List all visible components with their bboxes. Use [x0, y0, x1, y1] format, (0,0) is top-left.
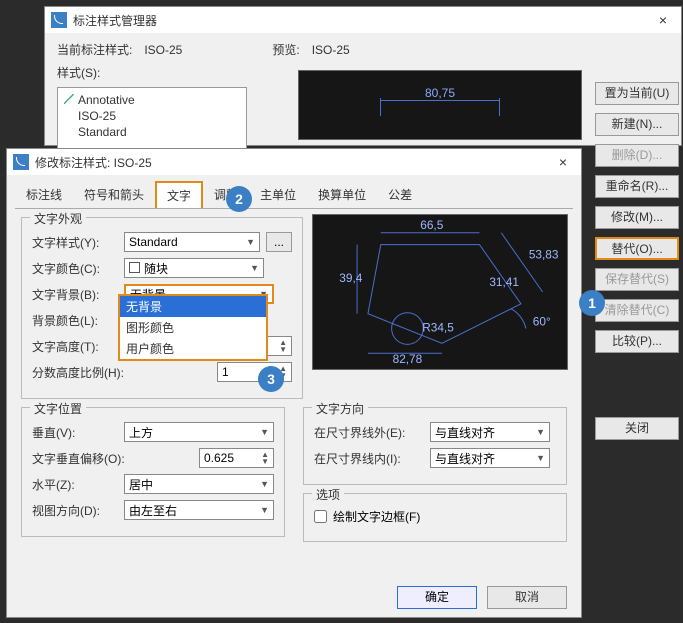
side-button-column: 置为当前(U) 新建(N)... 删除(D)... 重命名(R)... 修改(M…	[595, 82, 681, 448]
horizontal-combo[interactable]: 居中▼	[124, 474, 274, 494]
vertical-label: 垂直(V):	[32, 424, 118, 441]
viewdir-combo[interactable]: 由左至右▼	[124, 500, 274, 520]
dropdown-option[interactable]: 用户颜色	[120, 338, 266, 359]
dim-preview-panel: 66,5 39,4 82,78 R34,5 60° 53,83 31,41	[312, 214, 568, 370]
dialog-buttons: 确定 取消	[397, 586, 567, 609]
callout-badge-2: 2	[226, 186, 252, 212]
tab-text[interactable]: 文字	[155, 181, 203, 208]
svg-text:31,41: 31,41	[489, 275, 519, 289]
chevron-down-icon: ▼	[260, 427, 269, 437]
group-title: 选项	[312, 486, 344, 503]
list-item[interactable]: ISO-25	[64, 108, 240, 124]
set-current-button[interactable]: 置为当前(U)	[595, 82, 679, 105]
tab-bar: 标注线 符号和箭头 文字 调整 主单位 换算单位 公差	[15, 181, 573, 209]
draw-frame-label: 绘制文字边框(F)	[333, 508, 420, 525]
close-icon[interactable]: ×	[651, 12, 675, 28]
text-placement-group: 文字位置 垂直(V): 上方▼ 文字垂直偏移(O): 0.625▲▼ 水平(Z)…	[21, 407, 285, 537]
svg-text:R34,5: R34,5	[422, 320, 454, 334]
styles-listbox[interactable]: Annotative ISO-25 Standard	[57, 87, 247, 157]
frac-scale-label: 分数高度比例(H):	[32, 364, 142, 381]
dropdown-option[interactable]: 图形颜色	[120, 317, 266, 338]
callout-badge-3: 3	[258, 366, 284, 392]
text-color-combo[interactable]: 随块▼	[124, 258, 264, 278]
chevron-down-icon: ▼	[536, 427, 545, 437]
options-group: 选项 绘制文字边框(F)	[303, 493, 567, 542]
close-icon[interactable]: ×	[551, 154, 575, 170]
list-item[interactable]: Standard	[64, 124, 240, 140]
compare-button[interactable]: 比较(P)...	[595, 330, 679, 353]
dropdown-option[interactable]: 无背景	[120, 296, 266, 317]
chevron-down-icon: ▼	[260, 505, 269, 515]
dialog-title: 标注样式管理器	[73, 12, 651, 29]
group-title: 文字方向	[312, 400, 368, 417]
new-button[interactable]: 新建(N)...	[595, 113, 679, 136]
vertical-combo[interactable]: 上方▼	[124, 422, 274, 442]
preview-value: ISO-25	[312, 43, 350, 57]
dialog-title: 修改标注样式: ISO-25	[35, 154, 551, 171]
app-logo-icon	[51, 12, 67, 28]
text-direction-group: 文字方向 在尺寸界线外(E): 与直线对齐▼ 在尺寸界线内(I): 与直线对齐▼	[303, 407, 567, 485]
preview-dim-text: 80,75	[425, 86, 455, 100]
spinner-arrows-icon[interactable]: ▲▼	[279, 339, 287, 353]
current-style-value: ISO-25	[144, 43, 182, 57]
horizontal-label: 水平(Z):	[32, 476, 118, 493]
outside-combo[interactable]: 与直线对齐▼	[430, 422, 550, 442]
offset-label: 文字垂直偏移(O):	[32, 450, 142, 467]
app-logo-icon	[13, 154, 29, 170]
inside-combo[interactable]: 与直线对齐▼	[430, 448, 550, 468]
group-title: 文字外观	[30, 210, 86, 227]
save-override-button[interactable]: 保存替代(S)	[595, 268, 679, 291]
outside-label: 在尺寸界线外(E):	[314, 424, 424, 441]
styles-label: 样式(S):	[57, 64, 100, 81]
group-title: 文字位置	[30, 400, 86, 417]
chevron-down-icon: ▼	[536, 453, 545, 463]
text-bg-label: 文字背景(B):	[32, 286, 118, 303]
chevron-down-icon: ▼	[260, 479, 269, 489]
svg-text:60°: 60°	[533, 315, 551, 329]
svg-text:53,83: 53,83	[529, 247, 559, 261]
cancel-button[interactable]: 取消	[487, 586, 567, 609]
current-style-label: 当前标注样式:	[57, 41, 132, 58]
viewdir-label: 视图方向(D):	[32, 502, 118, 519]
text-bg-dropdown[interactable]: 无背景 图形颜色 用户颜色	[118, 294, 268, 361]
style-preview-panel: 80,75	[298, 70, 582, 140]
svg-text:66,5: 66,5	[420, 218, 443, 232]
callout-badge-1: 1	[579, 290, 605, 316]
chevron-down-icon: ▼	[250, 263, 259, 273]
titlebar: 修改标注样式: ISO-25 ×	[7, 149, 581, 175]
text-style-label: 文字样式(Y):	[32, 234, 118, 251]
tab-tol[interactable]: 公差	[377, 181, 423, 208]
draw-frame-checkbox[interactable]	[314, 510, 327, 523]
list-item[interactable]: Annotative	[64, 92, 240, 108]
preview-label: 预览:	[272, 41, 299, 58]
text-color-label: 文字颜色(C):	[32, 260, 118, 277]
clear-override-button[interactable]: 清除替代(C)	[595, 299, 679, 322]
offset-spinner[interactable]: 0.625▲▼	[199, 448, 274, 468]
tab-alt[interactable]: 换算单位	[307, 181, 377, 208]
titlebar: 标注样式管理器 ×	[45, 7, 681, 33]
tab-primary[interactable]: 主单位	[249, 181, 307, 208]
rename-button[interactable]: 重命名(R)...	[595, 175, 679, 198]
browse-button[interactable]: ...	[266, 232, 292, 252]
ok-button[interactable]: 确定	[397, 586, 477, 609]
override-button[interactable]: 替代(O)...	[595, 237, 679, 260]
close-button[interactable]: 关闭	[595, 417, 679, 440]
tab-arrow[interactable]: 符号和箭头	[73, 181, 155, 208]
modify-button[interactable]: 修改(M)...	[595, 206, 679, 229]
svg-text:39,4: 39,4	[339, 271, 362, 285]
tab-line[interactable]: 标注线	[15, 181, 73, 208]
spinner-arrows-icon[interactable]: ▲▼	[261, 451, 269, 465]
text-style-combo[interactable]: Standard▼	[124, 232, 260, 252]
inside-label: 在尺寸界线内(I):	[314, 450, 424, 467]
delete-button[interactable]: 删除(D)...	[595, 144, 679, 167]
bg-color-label: 背景颜色(L):	[32, 312, 118, 329]
text-height-label: 文字高度(T):	[32, 338, 118, 355]
svg-text:82,78: 82,78	[393, 352, 423, 366]
chevron-down-icon: ▼	[246, 237, 255, 247]
